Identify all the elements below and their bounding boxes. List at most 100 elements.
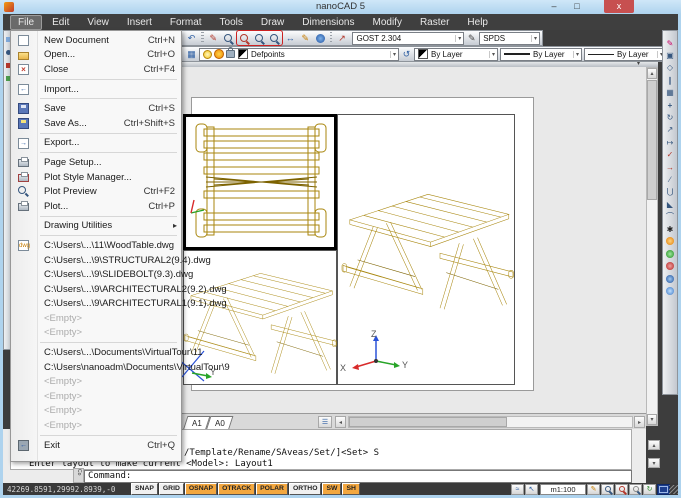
copy-icon[interactable]: ▣ [664, 49, 677, 61]
scroll-up-icon[interactable]: ▴ [647, 68, 657, 79]
spds-tool-icon[interactable]: ✎ [464, 32, 479, 45]
menu-raster[interactable]: Raster [412, 15, 457, 30]
offset-icon[interactable]: ∥ [664, 74, 677, 86]
menu-help[interactable]: Help [459, 15, 496, 30]
menu-item-recent-folder-1[interactable]: C:\Users\...\Documents\VirtualTour\11 [11, 345, 181, 360]
union-icon[interactable] [664, 248, 677, 260]
menu-edit[interactable]: Edit [44, 15, 77, 30]
tab-scroll-left-icon[interactable]: ◂ [335, 416, 346, 428]
zoom-out-icon[interactable] [267, 32, 282, 45]
color-combo[interactable]: By Layer▾ [414, 48, 498, 61]
menu-item-recent-folder-2[interactable]: C:\Users\nanoadm\Documents\VirtualTour\9 [11, 360, 181, 375]
toggle-grid[interactable]: GRID [159, 483, 184, 495]
minimize-button[interactable]: – [545, 0, 563, 13]
extend-icon[interactable]: → [664, 161, 677, 173]
toggle-polar[interactable]: POLAR [256, 483, 288, 495]
close-button[interactable]: x [604, 0, 634, 13]
layers-dialog-icon[interactable]: ▦ [184, 48, 199, 61]
menu-format[interactable]: Format [162, 15, 210, 30]
measure-icon[interactable]: ↔ [283, 32, 298, 45]
command-panel-tab[interactable]: Co [73, 468, 84, 483]
viewport-top-view-active[interactable] [183, 114, 337, 250]
menu-file[interactable]: File [10, 15, 42, 30]
lineweight-combo[interactable]: By Layer▾ [500, 48, 582, 61]
menu-item-recent-5[interactable]: C:\Users\...\9\ARCHITECTURAL1(9.1).dwg [11, 297, 181, 312]
menu-item-save-as[interactable]: Save As... Ctrl+Shift+S [11, 116, 181, 131]
menu-item-new-document[interactable]: New Document Ctrl+N [11, 33, 181, 48]
menu-item-drawing-utilities[interactable]: Drawing Utilities [11, 219, 181, 234]
scale-display[interactable]: m1:100 [540, 484, 586, 495]
menu-item-recent-1[interactable]: dwg C:\Users\...\11\WoodTable.dwg [11, 238, 181, 253]
drawing-hscrollbar[interactable] [348, 416, 633, 428]
menu-modify[interactable]: Modify [365, 15, 410, 30]
trim-icon[interactable]: ✓ [664, 149, 677, 161]
rotate-icon[interactable]: ↻ [664, 111, 677, 123]
resize-grip[interactable] [669, 485, 678, 494]
subtract-icon[interactable] [664, 260, 677, 272]
chamfer-icon[interactable]: ◣ [664, 198, 677, 210]
cmd-scroll-up-icon[interactable]: ▴ [648, 440, 660, 450]
toggle-sw[interactable]: SW [322, 483, 341, 495]
spds-combo[interactable]: SPDS▾ [479, 32, 540, 45]
selection-cursor-icon[interactable]: ↖ [525, 484, 538, 495]
menu-item-exit[interactable]: ← Exit Ctrl+Q [11, 438, 181, 453]
undo-icon[interactable]: ↶ [184, 32, 199, 45]
vscroll-thumb[interactable] [647, 80, 657, 200]
menu-item-recent-2[interactable]: C:\Users\...\9\STRUCTURAL2(9.4).dwg [11, 253, 181, 268]
edit-pencil-icon[interactable]: ✎ [587, 484, 600, 495]
menu-insert[interactable]: Insert [119, 15, 160, 30]
scale-icon[interactable]: ↗ [664, 124, 677, 136]
tab-scroll-right-icon[interactable]: ▸ [634, 416, 645, 428]
maximize-button[interactable]: □ [567, 0, 587, 13]
linetype-combo[interactable]: By Layer▾ [584, 48, 666, 61]
toggle-sh[interactable]: SH [342, 483, 359, 495]
scroll-down-icon[interactable]: ▾ [647, 414, 657, 425]
join-icon[interactable]: ⋃ [664, 186, 677, 198]
menu-item-recent-3[interactable]: C:\Users\...\9\SLIDEBOLT(9.3).dwg [11, 267, 181, 282]
zoom-window-icon[interactable] [237, 32, 252, 45]
zoom-in-icon[interactable] [252, 32, 267, 45]
cmd-scroll-down-icon[interactable]: ▾ [648, 458, 660, 468]
layer-previous-icon[interactable]: ↺ [399, 48, 414, 61]
erase-icon[interactable]: ✎ [664, 37, 677, 49]
intersect-icon[interactable] [664, 272, 677, 284]
menu-item-open[interactable]: Open... Ctrl+O [11, 48, 181, 63]
menu-item-plot-preview[interactable]: Plot Preview Ctrl+F2 [11, 184, 181, 199]
hscroll-thumb[interactable] [349, 417, 507, 427]
menu-item-import[interactable]: ← Import... [11, 82, 181, 97]
toolbar-overflow-icon[interactable]: ▾ [637, 60, 640, 67]
menu-item-plot-style-manager[interactable]: Plot Style Manager... [11, 170, 181, 185]
array-icon[interactable]: ▦ [664, 87, 677, 99]
explode-icon[interactable]: ✱ [664, 223, 677, 235]
viewport-iso-right[interactable]: Z X Y [337, 114, 515, 385]
menu-draw[interactable]: Draw [253, 15, 292, 30]
command-input[interactable]: Command: [84, 470, 632, 483]
menu-item-page-setup[interactable]: Page Setup... [11, 155, 181, 170]
menu-item-save[interactable]: Save Ctrl+S [11, 101, 181, 116]
mirror-icon[interactable]: ◇ [664, 62, 677, 74]
toggle-ortho[interactable]: ORTHO [289, 483, 322, 495]
redline-icon[interactable]: ✎ [206, 32, 221, 45]
menu-dimensions[interactable]: Dimensions [294, 15, 362, 30]
menu-item-export[interactable]: → Export... [11, 136, 181, 151]
region-icon[interactable] [664, 235, 677, 247]
menu-view[interactable]: View [79, 15, 117, 30]
ucs-tool-icon[interactable]: ↗ [334, 32, 349, 45]
stretch-icon[interactable]: ↦ [664, 136, 677, 148]
zoom-tool-icon[interactable] [221, 32, 236, 45]
menu-item-recent-4[interactable]: C:\Users\...\9\ARCHITECTURAL2(9.2).dwg [11, 282, 181, 297]
sheet-list-icon[interactable]: ☰ [318, 416, 332, 428]
toggle-osnap[interactable]: OSNAP [185, 483, 217, 495]
sketch-pencil-icon[interactable]: ✎ [298, 32, 313, 45]
layer-combo[interactable]: Defpoints▾ [199, 48, 399, 61]
break-icon[interactable]: ∕ [664, 173, 677, 185]
3d-orbit-icon[interactable] [664, 285, 677, 297]
zoom-window-status-icon[interactable] [615, 484, 628, 495]
notification-icon[interactable]: ≈ [511, 484, 524, 495]
menu-item-plot[interactable]: Plot... Ctrl+P [11, 199, 181, 214]
menu-item-close[interactable]: × Close Ctrl+F4 [11, 62, 181, 77]
menu-tools[interactable]: Tools [212, 15, 251, 30]
drawing-vscrollbar[interactable]: ▴ ▾ [646, 67, 658, 426]
command-scrollbar[interactable]: ▴ ▾ [648, 440, 660, 470]
toggle-otrack[interactable]: OTRACK [218, 483, 255, 495]
